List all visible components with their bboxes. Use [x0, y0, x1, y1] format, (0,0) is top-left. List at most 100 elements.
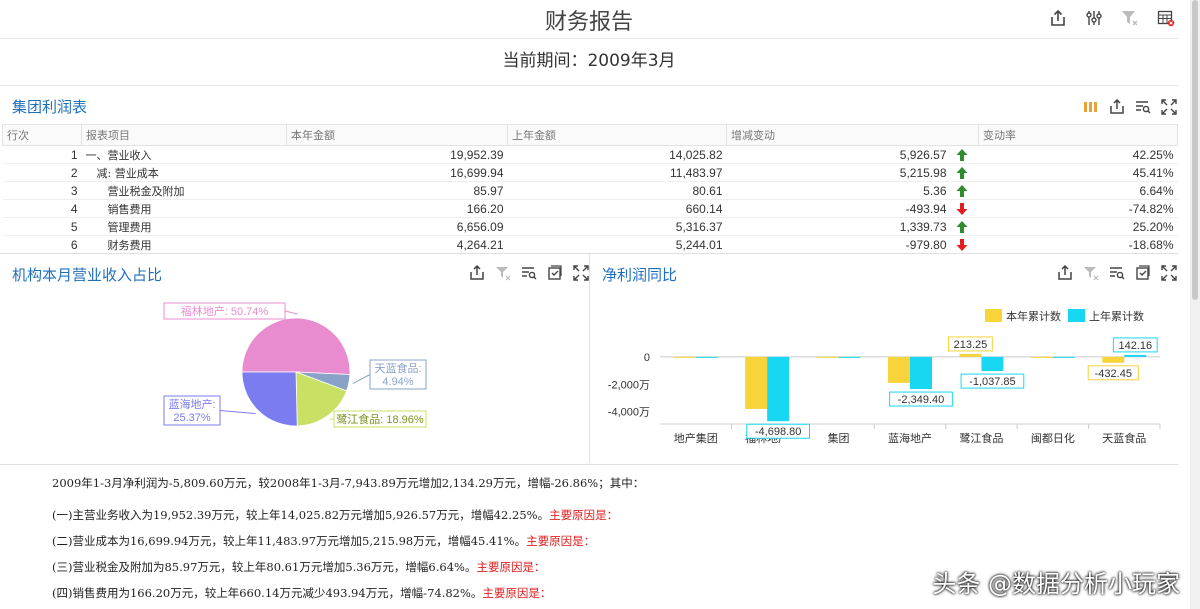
legend-swatch[interactable] — [985, 309, 1002, 322]
pie-data-label: 天蓝食品: — [374, 361, 421, 375]
pie-data-label: 鹭江食品: 18.96% — [336, 412, 424, 426]
row-change-rate: 6.64% — [978, 181, 1178, 200]
row-number: 4 — [2, 199, 82, 218]
bar[interactable] — [673, 356, 696, 358]
vertical-scrollbar[interactable] — [1190, 0, 1200, 609]
analysis-reason: 主要原因是： — [482, 586, 552, 600]
row-previous-amount: 5,244.01 — [507, 235, 727, 254]
row-number: 1 — [2, 145, 82, 164]
analysis-line: (三)营业税金及附加为85.97万元，较上年80.61万元增加5.36万元，增幅… — [52, 559, 545, 575]
arrow-up-icon — [956, 166, 967, 179]
row-change-rate: -18.68% — [978, 235, 1178, 254]
bar[interactable] — [695, 356, 718, 358]
bar-data-label: 213.25 — [948, 336, 993, 352]
bar[interactable] — [745, 356, 768, 409]
row-previous-amount: 5,316.37 — [507, 217, 727, 236]
arrow-up-icon — [956, 184, 967, 197]
analysis-line-text: (四)销售费用为166.20万元，较上年660.14万元减少493.94万元，增… — [52, 586, 483, 600]
bar[interactable] — [1030, 356, 1053, 358]
settings-icon[interactable] — [1084, 8, 1104, 28]
col-header-previous[interactable]: 上年金额 — [507, 124, 727, 146]
watermark: 头条 @数据分析小玩家 — [932, 570, 1180, 598]
row-trend-cell — [950, 199, 979, 218]
row-current-amount: 6,656.09 — [286, 217, 508, 236]
bar[interactable] — [959, 353, 982, 357]
row-item: 销售费用 — [81, 199, 287, 218]
export-icon[interactable] — [1048, 8, 1068, 28]
bar[interactable] — [1052, 356, 1075, 358]
revenue-share-pie-chart: 福林地产: 50.74% 天蓝食品:4.94% 鹭江食品: 18.96% 蓝海地产:2… — [163, 302, 427, 428]
table-row[interactable]: 2 减: 营业成本 16,699.94 11,483.97 5,215.98 45.41… — [2, 163, 1178, 182]
table-row[interactable]: 1 一、营业收入 19,952.39 14,025.82 5,926.57 42.25% — [2, 145, 1178, 164]
pie-data-label: 福林地产: 50.74% — [181, 304, 269, 318]
row-change-amount: 1,339.73 — [726, 217, 951, 236]
scrollbar-thumb[interactable] — [1192, 0, 1198, 300]
table-row[interactable]: 4 销售费用 166.20 660.14 -493.94 -74.82% — [2, 199, 1178, 218]
row-change-rate: 42.25% — [978, 145, 1178, 164]
legend-swatch[interactable] — [1068, 309, 1085, 322]
row-previous-amount: 80.61 — [507, 181, 727, 200]
table-row[interactable]: 6 财务费用 4,264.21 5,244.01 -979.80 -18.68% — [2, 235, 1178, 254]
y-tick-label: -2,000万 — [608, 379, 650, 391]
export-icon[interactable] — [1108, 98, 1126, 116]
pie-data-label: 25.37% — [173, 412, 211, 424]
col-header-change[interactable]: 增减变动 — [726, 124, 979, 146]
analysis-line-text: (三)营业税金及附加为85.97万元，较上年80.61万元增加5.36万元，增幅… — [52, 560, 477, 574]
row-trend-cell — [950, 217, 979, 236]
profit-table-title: 集团利润表 — [12, 98, 88, 116]
row-number: 2 — [2, 163, 82, 182]
x-tick-label: 地产集团 — [674, 431, 718, 445]
analysis-line: (二)营业成本为16,699.94万元，较上年11,483.97万元增加5,21… — [52, 533, 595, 549]
title-bar: 财务报告 — [0, 0, 1178, 39]
pie-leader-line — [219, 410, 256, 414]
table-row[interactable]: 5 管理费用 6,656.09 5,316.37 1,339.73 25.20% — [2, 217, 1178, 236]
bar[interactable] — [767, 356, 790, 422]
bar[interactable] — [910, 356, 932, 390]
row-previous-amount: 660.14 — [507, 199, 727, 218]
table-header-row: 行次 报表项目 本年金额 上年金额 增减变动 变动率 — [2, 124, 1178, 146]
col-header-no[interactable]: 行次 — [2, 124, 82, 146]
y-tick-label: -4,000万 — [608, 407, 650, 419]
bar[interactable] — [981, 356, 1004, 372]
row-trend-cell — [950, 235, 979, 254]
bar[interactable] — [816, 356, 839, 358]
pie-leader-line — [352, 374, 371, 385]
analysis-line-text: (一)主营业务收入为19,952.39万元，较上年14,025.82万元增加5,… — [52, 508, 550, 522]
row-trend-cell — [950, 163, 979, 182]
pie-slice[interactable] — [241, 371, 298, 427]
data-label-text: -1,037.85 — [969, 376, 1015, 388]
pie-slice[interactable] — [241, 317, 351, 375]
bar[interactable] — [888, 356, 910, 383]
bar[interactable] — [1124, 354, 1147, 357]
row-change-amount: 5,926.57 — [726, 145, 951, 164]
fullscreen-icon[interactable] — [1160, 98, 1178, 116]
current-period: 当前期间：2009年3月 — [0, 39, 1178, 86]
col-header-current[interactable]: 本年金额 — [286, 124, 508, 146]
bar-data-label: -1,037.85 — [960, 373, 1025, 389]
filter-clear-icon[interactable] — [1120, 8, 1140, 28]
row-trend-cell — [950, 181, 979, 200]
analysis-line: (四)销售费用为166.20万元，较上年660.14万元减少493.94万元，增… — [52, 585, 551, 601]
x-tick-label: 天蓝食品 — [1102, 431, 1146, 445]
row-item: 营业税金及附加 — [81, 181, 287, 200]
bar[interactable] — [1102, 356, 1125, 363]
analysis-line-text: (二)营业成本为16,699.94万元，较上年11,483.97万元增加5,21… — [52, 534, 527, 548]
bar[interactable] — [838, 356, 861, 358]
data-label-text: 142.16 — [1118, 340, 1152, 352]
row-current-amount: 166.20 — [286, 199, 508, 218]
net-profit-bar-chart: 本年累计数 上年累计数0-2,000万-4,000万地产集团 福林地产 集团 蓝海地产鹭… — [608, 309, 1161, 445]
row-number: 5 — [2, 217, 82, 236]
columns-icon[interactable] — [1082, 98, 1100, 116]
row-change-amount: -979.80 — [726, 235, 951, 254]
bar-data-label: -432.45 — [1087, 365, 1139, 381]
data-label-text: -2,349.40 — [898, 394, 944, 406]
x-tick-label: 鹭江食品 — [959, 431, 1003, 445]
col-header-rate[interactable]: 变动率 — [978, 124, 1178, 146]
table-row[interactable]: 3 营业税金及附加 85.97 80.61 5.36 6.64% — [2, 181, 1178, 200]
row-number: 6 — [2, 235, 82, 254]
excel-icon[interactable] — [1156, 8, 1176, 28]
search-filter-icon[interactable] — [1134, 98, 1152, 116]
bar-data-label: 142.16 — [1112, 337, 1158, 353]
row-change-amount: -493.94 — [726, 199, 951, 218]
col-header-item[interactable]: 报表项目 — [81, 124, 287, 146]
